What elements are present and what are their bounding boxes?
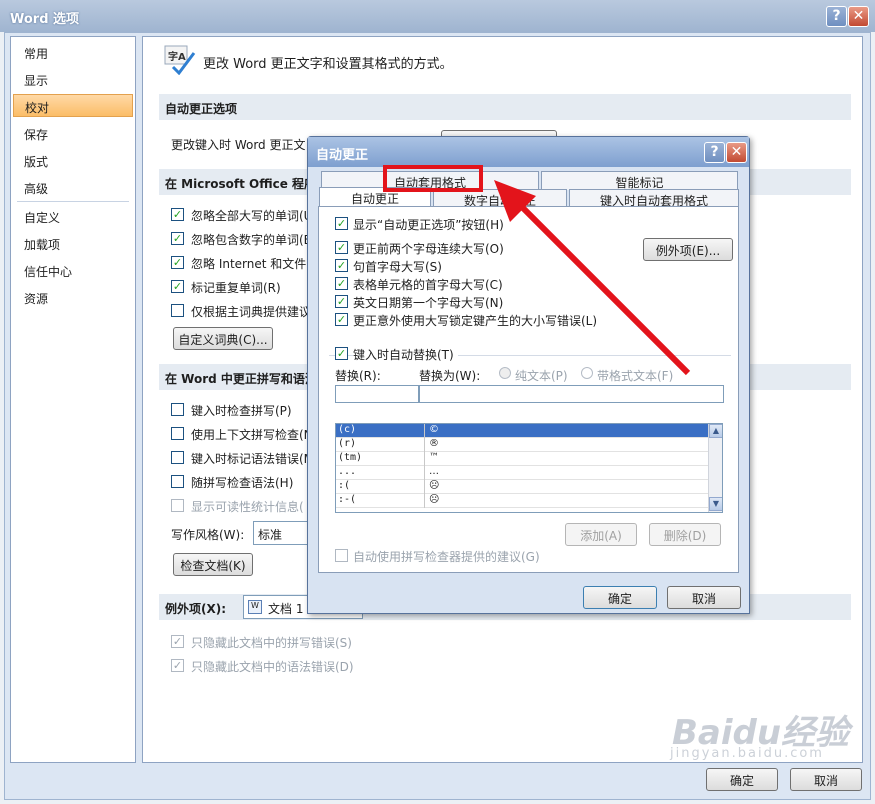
annotation-arrow-icon xyxy=(494,180,691,376)
